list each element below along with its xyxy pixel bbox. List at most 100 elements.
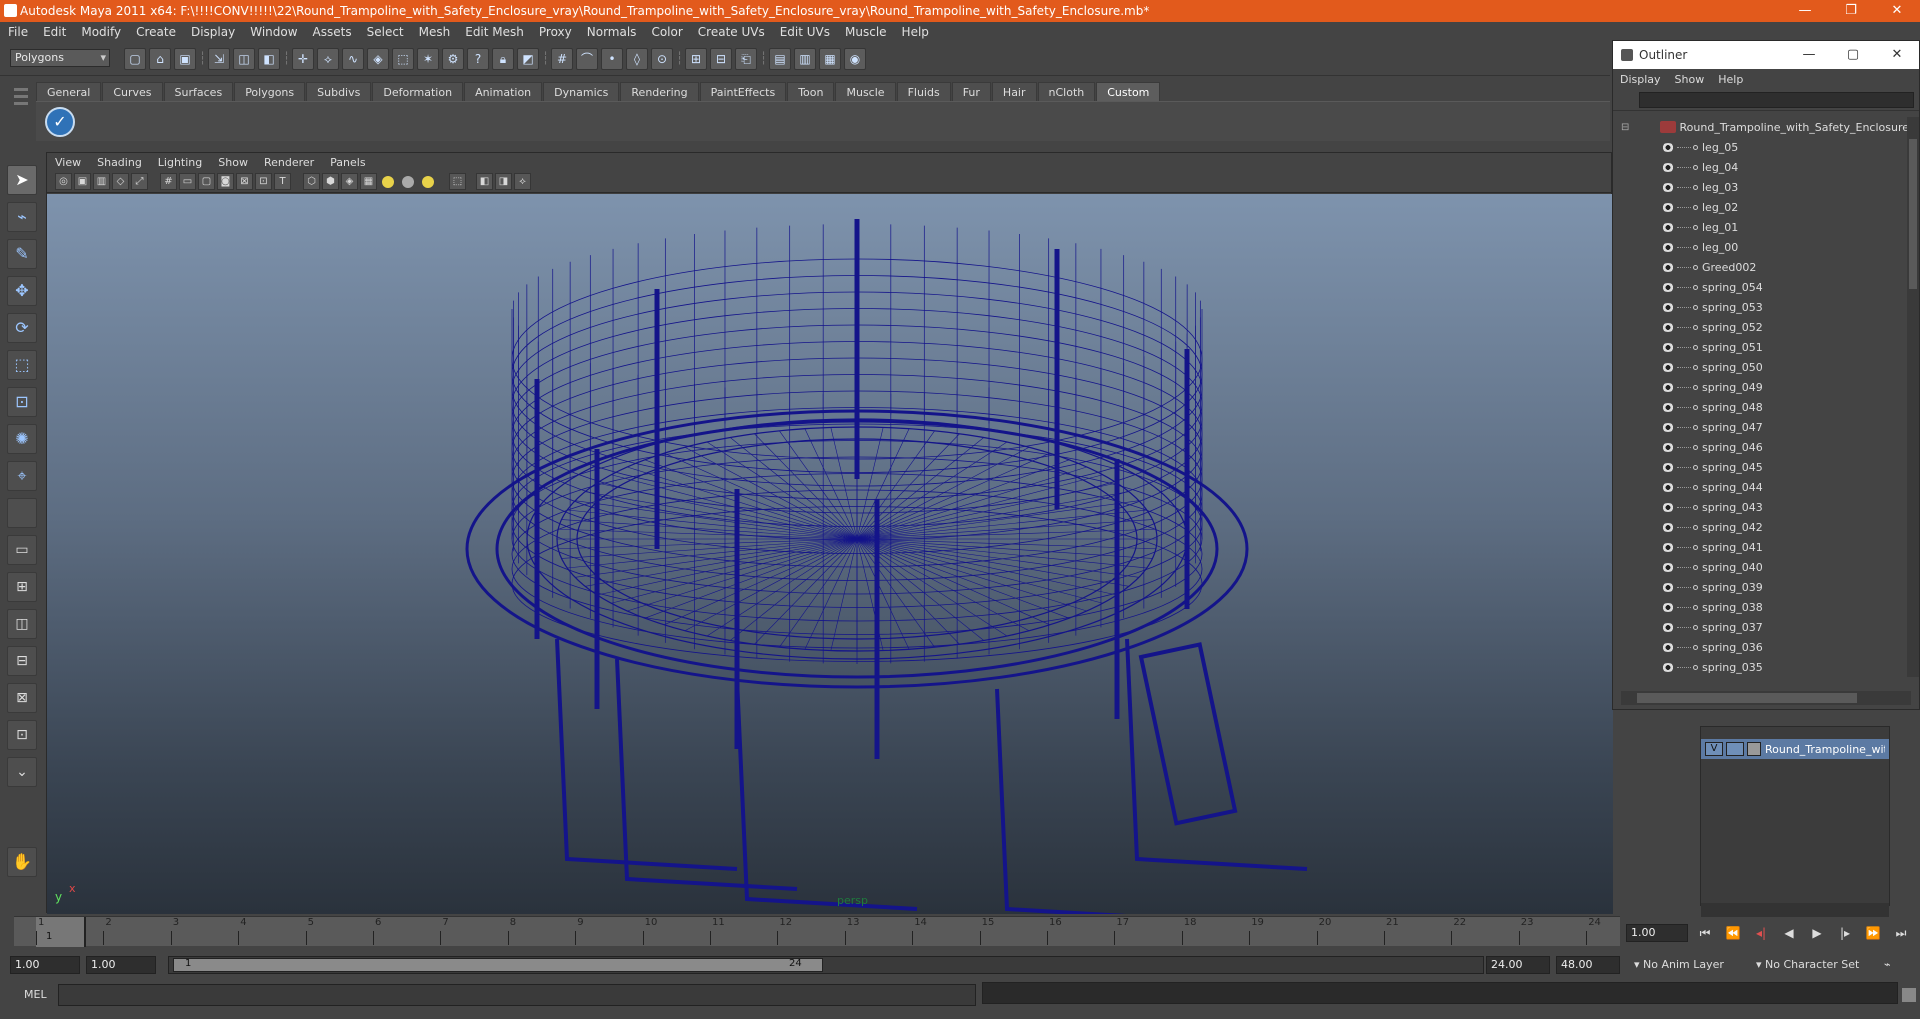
minimize-button[interactable]: — [1782, 0, 1828, 22]
shadows-icon[interactable] [422, 175, 434, 188]
menu-normals[interactable]: Normals [579, 25, 644, 39]
layout-options-icon[interactable]: ⌄ [7, 757, 37, 787]
save-scene-icon[interactable]: ▣ [174, 48, 196, 70]
panel-menu-view[interactable]: View [47, 156, 89, 169]
outliner-item[interactable]: leg_00 [1621, 237, 1909, 257]
shelf-tab-polygons[interactable]: Polygons [234, 82, 306, 101]
smooth-shade-icon[interactable]: ⬢ [322, 173, 339, 190]
render-icon[interactable]: ▤ [769, 48, 791, 70]
check-icon[interactable]: ✓ [45, 107, 75, 137]
menu-assets[interactable]: Assets [305, 25, 359, 39]
safe-action-icon[interactable]: ⊡ [255, 173, 272, 190]
outliner-item[interactable]: leg_01 [1621, 217, 1909, 237]
play-backwards-icon[interactable]: ◀ [1778, 924, 1800, 942]
scale-tool-icon[interactable]: ⬚ [7, 350, 37, 380]
universal-manipulator-icon[interactable]: ⊡ [7, 387, 37, 417]
menu-muscle[interactable]: Muscle [837, 25, 894, 39]
paint-select-tool-icon[interactable]: ✎ [7, 239, 37, 269]
render-settings-icon[interactable]: ▦ [819, 48, 841, 70]
outliner-item[interactable]: spring_048 [1621, 397, 1909, 417]
auto-key-icon[interactable]: ⌁ [1884, 956, 1891, 974]
shelf-tab-curves[interactable]: Curves [102, 82, 163, 101]
shelf-tab-animation[interactable]: Animation [464, 82, 543, 101]
snap-live-icon[interactable]: ⊙ [651, 48, 673, 70]
history-icon[interactable]: ⎗ [735, 48, 757, 70]
shelf-tab-rendering[interactable]: Rendering [620, 82, 699, 101]
outliner-item[interactable]: spring_053 [1621, 297, 1909, 317]
menu-edit-mesh[interactable]: Edit Mesh [457, 25, 531, 39]
field-chart-icon[interactable]: ⊠ [236, 173, 253, 190]
persp-graph-hypergraph-layout-icon[interactable]: ⊡ [7, 720, 37, 750]
shelf-tab-fluids[interactable]: Fluids [896, 82, 951, 101]
outliner-item[interactable]: spring_051 [1621, 337, 1909, 357]
select-tool-icon[interactable]: ➤ [7, 165, 37, 195]
outliner-root-item[interactable]: ⊟ Round_Trampoline_with_Safety_Enclosure [1621, 117, 1909, 137]
highlight-selection-icon[interactable]: ◩ [517, 48, 539, 70]
ipr-icon[interactable]: ▥ [794, 48, 816, 70]
outliner-item[interactable]: spring_050 [1621, 357, 1909, 377]
trampoline-wireframe[interactable] [47, 194, 1613, 914]
select-component-icon[interactable]: ◧ [258, 48, 280, 70]
outliner-item[interactable]: spring_045 [1621, 457, 1909, 477]
shelf-tab-painteffects[interactable]: PaintEffects [699, 82, 787, 101]
step-forward-key-icon[interactable]: ⏩ [1862, 924, 1884, 942]
snap-plane-icon[interactable]: ◊ [626, 48, 648, 70]
grid-icon[interactable]: # [160, 173, 177, 190]
outliner-item[interactable]: Greed002 [1621, 257, 1909, 277]
new-scene-icon[interactable]: ▢ [124, 48, 146, 70]
safe-title-icon[interactable]: T [274, 173, 291, 190]
outliner-horizontal-scrollbar[interactable] [1621, 691, 1911, 705]
shelf-tab-dynamics[interactable]: Dynamics [543, 82, 620, 101]
outliner-list[interactable]: ⊟ Round_Trampoline_with_Safety_Enclosure… [1621, 117, 1909, 677]
close-button[interactable]: ✕ [1874, 0, 1920, 22]
command-language-label[interactable]: MEL [24, 988, 47, 1001]
range-slider-handle[interactable] [173, 958, 823, 972]
step-back-key-icon[interactable]: ⏪ [1722, 924, 1744, 942]
shelf-handle[interactable] [14, 88, 28, 138]
snap-grid-icon[interactable]: # [551, 48, 573, 70]
playback-end-field[interactable]: 24.00 [1486, 956, 1550, 974]
four-pane-layout-icon[interactable]: ⊞ [7, 572, 37, 602]
shelf-tab-fur[interactable]: Fur [951, 82, 991, 101]
select-by-curve-icon[interactable]: ∿ [342, 48, 364, 70]
menu-set-dropdown[interactable]: Polygons ▾ [10, 49, 110, 67]
select-by-joint-icon[interactable]: ⟡ [317, 48, 339, 70]
outliner-menu-help[interactable]: Help [1711, 73, 1750, 86]
range-slider[interactable]: 1 24 [168, 956, 1484, 974]
outliner-item[interactable]: spring_052 [1621, 317, 1909, 337]
persp-graph-layout-icon[interactable]: ⊟ [7, 646, 37, 676]
wireframe-on-shaded-icon[interactable]: ◈ [341, 173, 358, 190]
collapse-icon[interactable]: ⊟ [1621, 122, 1632, 133]
two-d-pan-zoom-icon[interactable]: ⤢ [131, 173, 148, 190]
snap-point-icon[interactable]: • [601, 48, 623, 70]
shelf-tab-custom[interactable]: Custom [1096, 82, 1161, 101]
outliner-vertical-scrollbar[interactable] [1907, 117, 1919, 677]
go-to-end-icon[interactable]: ⏭ [1890, 924, 1912, 942]
xray-active-components-icon[interactable]: ⟡ [514, 173, 531, 190]
outliner-item[interactable]: spring_044 [1621, 477, 1909, 497]
move-tool-icon[interactable]: ✥ [7, 276, 37, 306]
panel-menu-renderer[interactable]: Renderer [256, 156, 322, 169]
menu-file[interactable]: File [0, 25, 35, 39]
shelf-tab-subdivs[interactable]: Subdivs [306, 82, 372, 101]
isolate-select-icon[interactable]: ⬚ [449, 173, 466, 190]
select-by-misc-icon[interactable]: ? [467, 48, 489, 70]
hypershade-icon[interactable]: ◉ [844, 48, 866, 70]
outliner-item[interactable]: leg_02 [1621, 197, 1909, 217]
select-hierarchy-icon[interactable]: ⇲ [208, 48, 230, 70]
menu-edit-uvs[interactable]: Edit UVs [772, 25, 837, 39]
menu-select[interactable]: Select [359, 25, 411, 39]
play-forwards-icon[interactable]: ▶ [1806, 924, 1828, 942]
outliner-item[interactable]: spring_036 [1621, 637, 1909, 657]
display-layer-row[interactable]: V Round_Trampoline_with_ [1701, 739, 1889, 759]
shelf-tab-general[interactable]: General [36, 82, 102, 101]
select-by-render-icon[interactable]: ⚙ [442, 48, 464, 70]
quick-help-icon[interactable]: ✋ [7, 847, 37, 877]
select-camera-icon[interactable]: ◎ [55, 173, 72, 190]
use-all-lights-icon[interactable] [402, 175, 414, 188]
wireframe-icon[interactable]: ⬡ [303, 173, 320, 190]
lock-selection-icon[interactable]: 🔒︎ [492, 48, 514, 70]
outliner-item[interactable]: spring_046 [1621, 437, 1909, 457]
output-ops-icon[interactable]: ⊟ [710, 48, 732, 70]
menu-color[interactable]: Color [643, 25, 689, 39]
